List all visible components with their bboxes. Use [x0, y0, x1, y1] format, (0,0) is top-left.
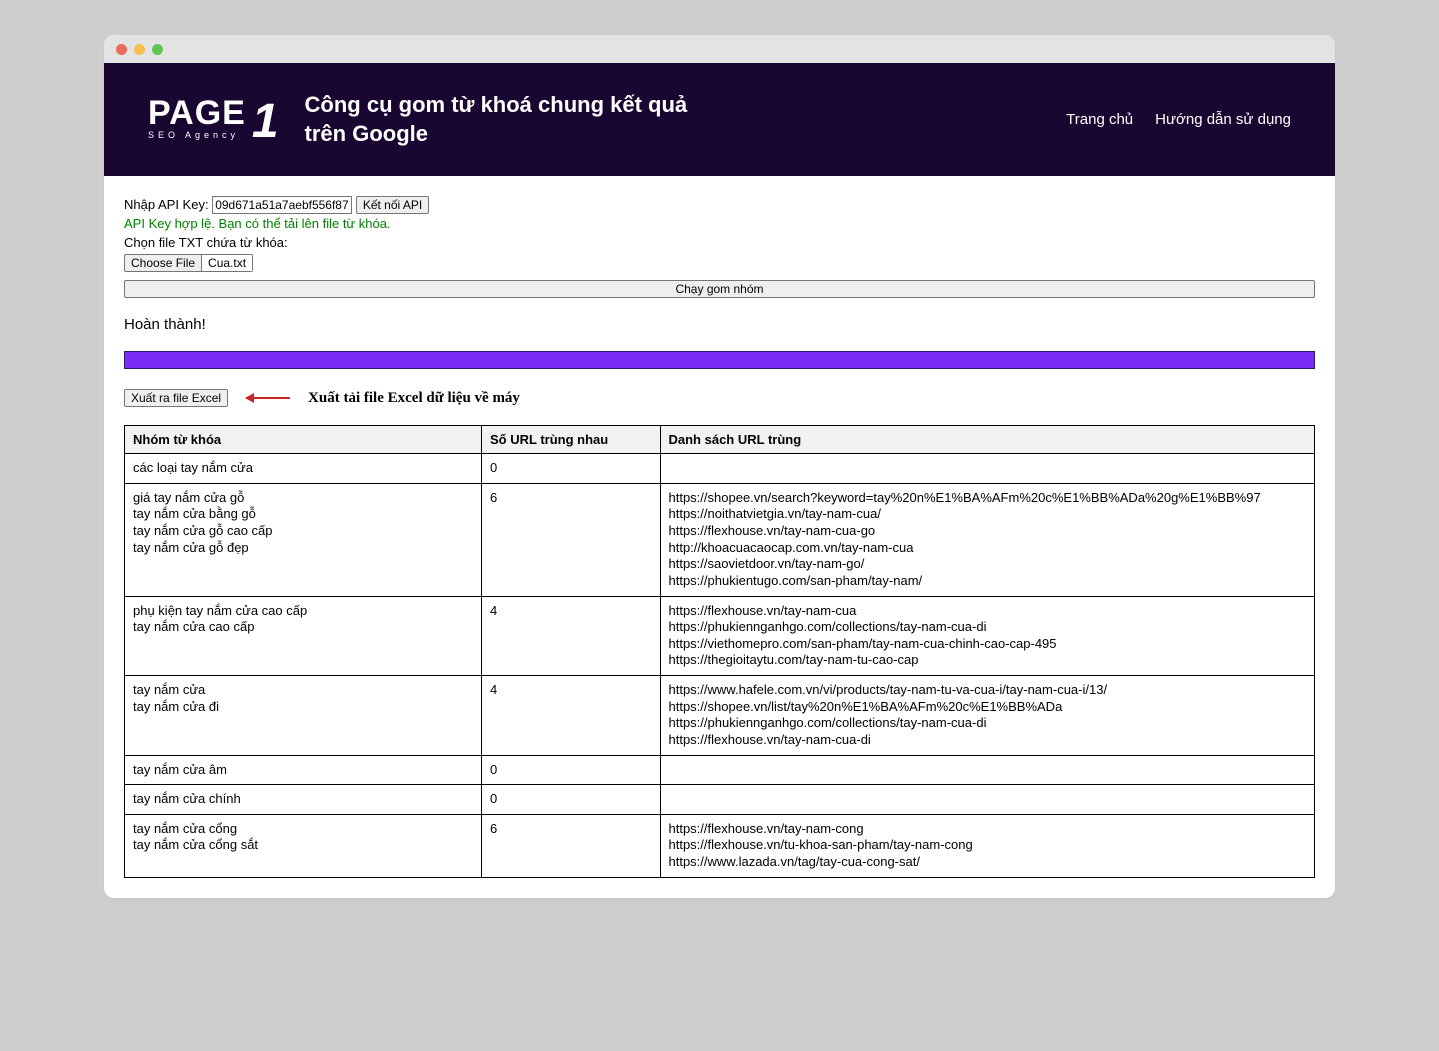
logo-one: 1: [252, 104, 279, 140]
main-nav: Trang chủ Hướng dẫn sử dụng: [1066, 111, 1291, 128]
cell-urls: https://www.hafele.com.vn/vi/products/ta…: [660, 676, 1315, 756]
table-row: các loại tay nắm cửa0: [125, 454, 1315, 484]
close-icon[interactable]: [116, 44, 127, 55]
cell-urls: [660, 454, 1315, 484]
th-urls: Danh sách URL trùng: [660, 426, 1315, 454]
export-hint: Xuất tải file Excel dữ liệu về máy: [308, 390, 520, 407]
cell-keywords: giá tay nắm cửa gỗtay nắm cửa bằng gỗtay…: [125, 483, 482, 596]
cell-keywords: tay nắm cửa cổngtay nắm cửa cổng sắt: [125, 814, 482, 877]
minimize-icon[interactable]: [134, 44, 145, 55]
th-keywords: Nhóm từ khóa: [125, 426, 482, 454]
connect-api-button[interactable]: Kết nối API: [356, 196, 429, 214]
table-row: tay nắm cửa chính0: [125, 785, 1315, 815]
status-text: Hoàn thành!: [124, 316, 1315, 333]
site-header: PAGE SEO Agency 1 Công cụ gom từ khoá ch…: [104, 63, 1335, 176]
cell-keywords: các loại tay nắm cửa: [125, 454, 482, 484]
nav-home[interactable]: Trang chủ: [1066, 111, 1133, 128]
cell-count: 4: [482, 676, 661, 756]
cell-keywords: tay nắm cửa âm: [125, 755, 482, 785]
table-row: phụ kiện tay nắm cửa cao cấptay nắm cửa …: [125, 596, 1315, 676]
cell-urls: https://flexhouse.vn/tay-nam-conghttps:/…: [660, 814, 1315, 877]
api-success-message: API Key hợp lệ. Bạn có thể tải lên file …: [124, 216, 1315, 231]
cell-urls: https://flexhouse.vn/tay-nam-cuahttps://…: [660, 596, 1315, 676]
file-label: Chọn file TXT chứa từ khóa:: [124, 235, 1315, 250]
cell-count: 0: [482, 785, 661, 815]
cell-urls: https://shopee.vn/search?keyword=tay%20n…: [660, 483, 1315, 596]
logo: PAGE SEO Agency 1: [148, 100, 279, 140]
logo-text: PAGE: [148, 100, 246, 127]
cell-keywords: phụ kiện tay nắm cửa cao cấptay nắm cửa …: [125, 596, 482, 676]
table-row: giá tay nắm cửa gỗtay nắm cửa bằng gỗtay…: [125, 483, 1315, 596]
th-count: Số URL trùng nhau: [482, 426, 661, 454]
cell-count: 0: [482, 755, 661, 785]
api-key-input[interactable]: [212, 196, 352, 214]
table-row: tay nắm cửa cổngtay nắm cửa cổng sắt6htt…: [125, 814, 1315, 877]
nav-guide[interactable]: Hướng dẫn sử dụng: [1155, 111, 1291, 128]
cell-count: 6: [482, 483, 661, 596]
table-row: tay nắm cửa âm0: [125, 755, 1315, 785]
run-group-button[interactable]: Chạy gom nhóm: [124, 280, 1315, 298]
cell-keywords: tay nắm cửatay nắm cửa đi: [125, 676, 482, 756]
cell-count: 6: [482, 814, 661, 877]
cell-count: 4: [482, 596, 661, 676]
cell-count: 0: [482, 454, 661, 484]
table-row: tay nắm cửatay nắm cửa đi4https://www.ha…: [125, 676, 1315, 756]
file-input[interactable]: Choose File Cua.txt: [124, 254, 253, 272]
api-key-label: Nhập API Key:: [124, 197, 209, 212]
cell-urls: [660, 785, 1315, 815]
export-excel-button[interactable]: Xuất ra file Excel: [124, 389, 228, 407]
choose-file-button[interactable]: Choose File: [125, 255, 202, 271]
progress-bar: [124, 351, 1315, 369]
cell-urls: [660, 755, 1315, 785]
maximize-icon[interactable]: [152, 44, 163, 55]
cell-keywords: tay nắm cửa chính: [125, 785, 482, 815]
arrow-icon: [246, 397, 290, 399]
window-titlebar: [104, 35, 1335, 63]
results-table: Nhóm từ khóa Số URL trùng nhau Danh sách…: [124, 425, 1315, 878]
page-title: Công cụ gom từ khoá chung kết quả trên G…: [305, 91, 705, 148]
logo-subtext: SEO Agency: [148, 130, 246, 140]
chosen-filename: Cua.txt: [202, 255, 252, 271]
